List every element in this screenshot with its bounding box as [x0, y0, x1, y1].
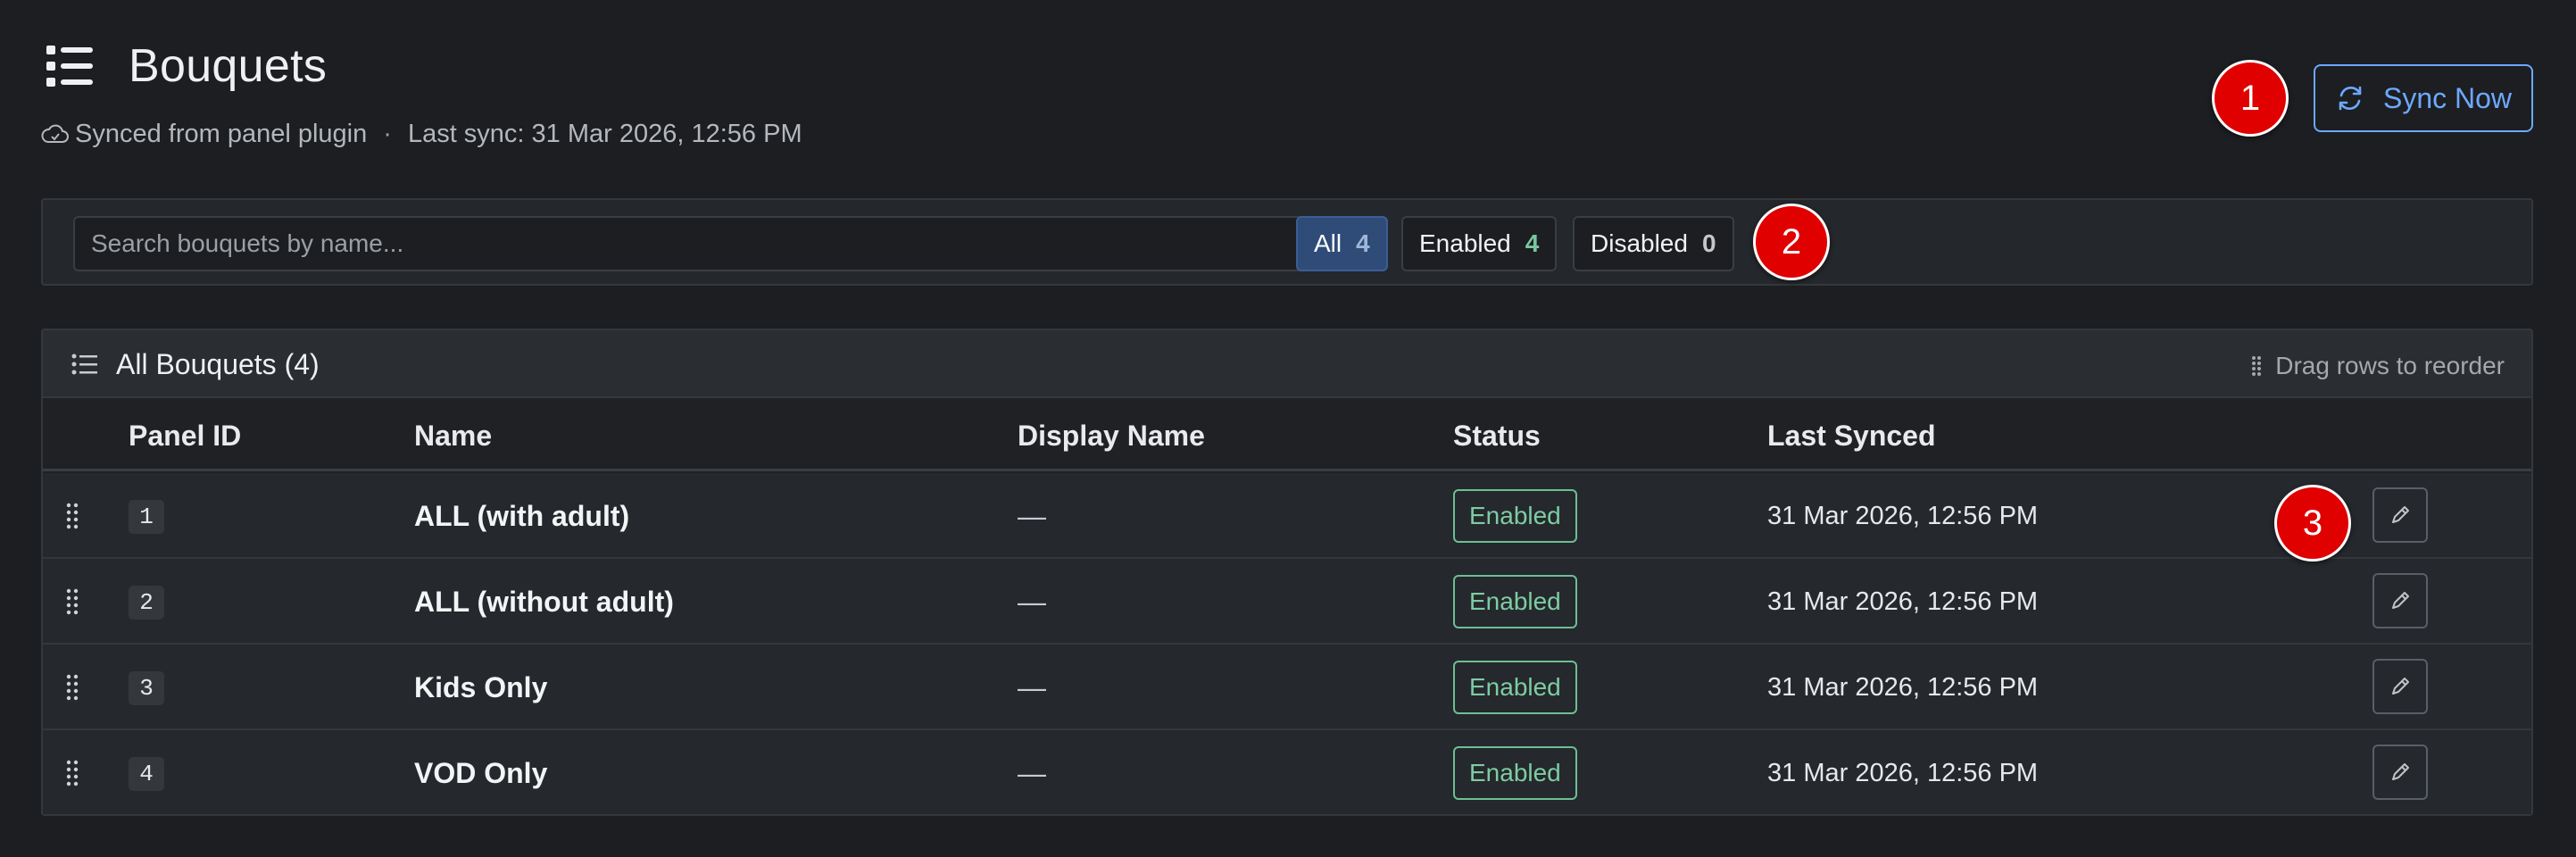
annotation-badge-3: 3	[2274, 485, 2351, 562]
drag-hint-text: Drag rows to reorder	[2275, 352, 2505, 379]
edit-button[interactable]	[2372, 745, 2428, 800]
pencil-icon	[2392, 592, 2409, 609]
status-badge: Enabled	[1453, 489, 1577, 543]
column-header-name: Name	[414, 420, 493, 452]
page-header: Bouquets	[45, 39, 327, 93]
last-synced: 31 Mar 2026, 12:56 PM	[1767, 673, 2039, 702]
refresh-icon	[2335, 83, 2365, 113]
status-badge: Enabled	[1453, 746, 1577, 800]
panel-title: All Bouquets (4)	[116, 348, 320, 380]
drag-handle-icon[interactable]	[64, 673, 80, 702]
display-name: —	[1018, 500, 1046, 532]
panel-id-badge: 2	[129, 586, 164, 620]
filter-chip-enabled[interactable]: Enabled 4	[1401, 216, 1558, 271]
chip-count: 4	[1525, 229, 1540, 257]
bouquets-page: Bouquets Synced from panel plugin · Last…	[0, 0, 2576, 857]
sync-info: Synced from panel plugin · Last sync: 31…	[41, 120, 802, 149]
bouquet-name: Kids Only	[414, 671, 548, 703]
filter-bar: All 4 Enabled 4 Disabled 0	[41, 198, 2533, 286]
last-sync-text: Last sync: 31 Mar 2026, 12:56 PM	[407, 120, 802, 148]
edit-button[interactable]	[2372, 487, 2428, 543]
list-icon	[45, 41, 95, 91]
display-name: —	[1018, 757, 1046, 789]
table-row[interactable]: 3 Kids Only — Enabled 31 Mar 2026, 12:56…	[43, 645, 2531, 730]
chip-count: 0	[1701, 229, 1716, 257]
panel-id-badge: 4	[129, 757, 164, 791]
table-header: Panel ID Name Display Name Status Last S…	[43, 398, 2531, 471]
panel-header: All Bouquets (4) Drag rows to reorder	[43, 330, 2531, 398]
panel-id-badge: 1	[129, 500, 164, 534]
column-header-panel-id: Panel ID	[129, 420, 242, 452]
sync-now-label: Sync Now	[2382, 81, 2513, 114]
edit-button[interactable]	[2372, 573, 2428, 628]
column-header-last-synced: Last Synced	[1767, 420, 1936, 452]
last-synced: 31 Mar 2026, 12:56 PM	[1767, 759, 2039, 787]
drag-hint: Drag rows to reorder	[2250, 352, 2505, 380]
pencil-icon	[2392, 506, 2409, 523]
last-synced: 31 Mar 2026, 12:56 PM	[1767, 587, 2039, 616]
list-icon	[71, 352, 98, 377]
drag-handle-icon[interactable]	[64, 759, 80, 787]
separator-dot: ·	[383, 120, 392, 148]
annotation-badge-2: 2	[1753, 204, 1830, 280]
drag-handle-icon[interactable]	[64, 502, 80, 530]
pencil-icon	[2392, 678, 2409, 695]
drag-handle-icon[interactable]	[64, 587, 80, 616]
chip-count: 4	[1356, 229, 1370, 257]
search-input[interactable]	[73, 216, 1325, 271]
status-badge: Enabled	[1453, 661, 1577, 714]
bouquet-name: ALL (with adult)	[414, 500, 630, 532]
column-header-status: Status	[1453, 420, 1541, 452]
table-row[interactable]: 1 ALL (with adult) — Enabled 31 Mar 2026…	[43, 473, 2531, 559]
display-name: —	[1018, 671, 1046, 703]
grip-vertical-icon	[2250, 354, 2263, 378]
annotation-badge-1: 1	[2212, 60, 2289, 137]
chip-label: Disabled	[1591, 229, 1688, 257]
column-header-display-name: Display Name	[1018, 420, 1205, 452]
chip-label: All	[1314, 229, 1342, 257]
edit-button[interactable]	[2372, 659, 2428, 714]
cloud-icon	[41, 121, 70, 149]
filter-chip-disabled[interactable]: Disabled 0	[1573, 216, 1734, 271]
bouquets-table-panel: All Bouquets (4) Drag rows to reorder Pa…	[41, 329, 2533, 816]
sync-now-button[interactable]: Sync Now	[2314, 64, 2533, 132]
last-synced: 31 Mar 2026, 12:56 PM	[1767, 502, 2039, 530]
table-row[interactable]: 4 VOD Only — Enabled 31 Mar 2026, 12:56 …	[43, 730, 2531, 814]
page-title: Bouquets	[129, 40, 328, 92]
panel-id-badge: 3	[129, 671, 164, 705]
sync-source-text: Synced from panel plugin	[75, 120, 368, 148]
status-badge: Enabled	[1453, 575, 1577, 628]
display-name: —	[1018, 586, 1046, 618]
filter-chip-all[interactable]: All 4	[1296, 216, 1388, 271]
bouquet-name: ALL (without adult)	[414, 586, 674, 618]
pencil-icon	[2392, 763, 2409, 780]
bouquet-name: VOD Only	[414, 757, 548, 789]
chip-label: Enabled	[1419, 229, 1511, 257]
table-row[interactable]: 2 ALL (without adult) — Enabled 31 Mar 2…	[43, 559, 2531, 645]
